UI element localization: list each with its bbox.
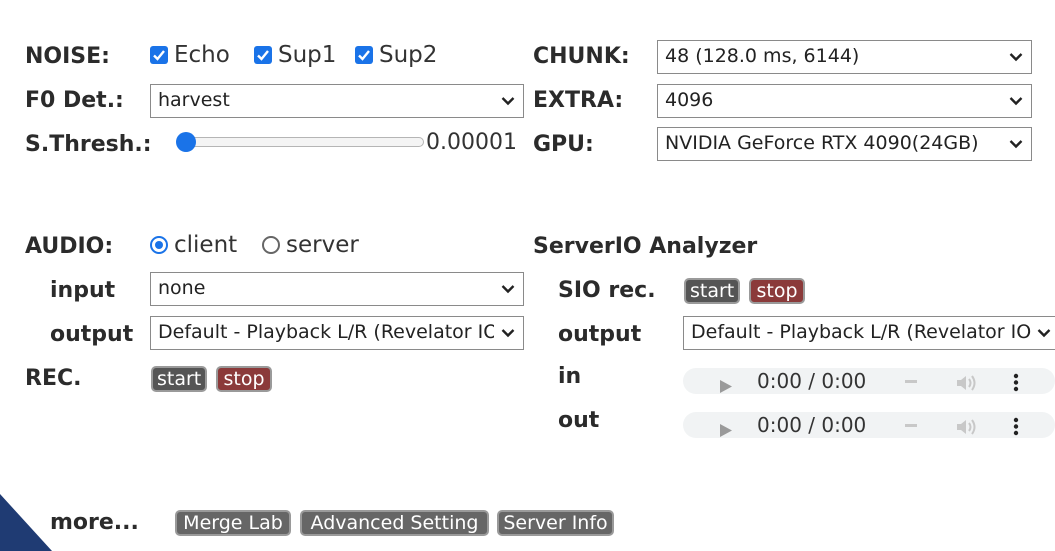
- audio-input-select[interactable]: none: [150, 272, 524, 306]
- chevron-down-icon: [1035, 317, 1053, 348]
- sthresh-label: S.Thresh.:: [25, 132, 152, 157]
- client-label: client: [174, 232, 238, 258]
- in-label: in: [558, 364, 582, 389]
- extra-label: EXTRA:: [533, 88, 624, 113]
- f0-label: F0 Det.:: [25, 88, 124, 113]
- chevron-down-icon: [499, 317, 517, 348]
- audio-output-select[interactable]: Default - Playback L/R (Revelator IO 24): [150, 316, 524, 350]
- server-label: server: [286, 232, 359, 258]
- progress-bar[interactable]: [905, 424, 917, 427]
- sio-output-label: output: [558, 322, 642, 347]
- advanced-setting-button[interactable]: Advanced Setting: [300, 510, 489, 536]
- gpu-value: NVIDIA GeForce RTX 4090(24GB): [665, 132, 979, 154]
- more-options-icon[interactable]: [1013, 416, 1019, 442]
- sio-output-select[interactable]: Default - Playback L/R (Revelator IO 24): [683, 316, 1055, 350]
- sthresh-value: 0.00001: [426, 130, 517, 155]
- sio-output-value: Default - Playback L/R (Revelator IO 24): [691, 321, 1031, 343]
- rec-label: REC.: [25, 366, 82, 391]
- audio-label: AUDIO:: [25, 234, 114, 259]
- rec-start-button[interactable]: start: [151, 366, 207, 392]
- corner-decoration: [0, 494, 52, 551]
- sup1-label: Sup1: [278, 42, 337, 68]
- chevron-down-icon: [499, 85, 517, 116]
- out-audio-player[interactable]: 0:00 / 0:00: [683, 412, 1055, 438]
- checkbox-checked-icon: [355, 46, 373, 64]
- extra-select[interactable]: 4096: [657, 84, 1032, 118]
- out-label: out: [558, 408, 600, 433]
- echo-checkbox[interactable]: Echo: [150, 42, 230, 68]
- checkbox-checked-icon: [254, 46, 272, 64]
- radio-selected-icon: [150, 236, 168, 254]
- extra-value: 4096: [665, 89, 714, 111]
- sup1-checkbox[interactable]: Sup1: [254, 42, 336, 68]
- radio-unselected-icon: [262, 236, 280, 254]
- input-label: input: [50, 278, 116, 303]
- server-info-button[interactable]: Server Info: [497, 510, 614, 536]
- serverio-title: ServerIO Analyzer: [533, 234, 758, 259]
- f0-select[interactable]: harvest: [150, 84, 524, 118]
- sthresh-slider[interactable]: [176, 131, 426, 153]
- client-radio[interactable]: client: [150, 232, 237, 258]
- gpu-select[interactable]: NVIDIA GeForce RTX 4090(24GB): [657, 127, 1032, 161]
- chevron-down-icon: [1007, 85, 1025, 116]
- in-audio-player[interactable]: 0:00 / 0:00: [683, 368, 1055, 394]
- volume-icon[interactable]: [955, 372, 979, 398]
- sup2-checkbox[interactable]: Sup2: [355, 42, 437, 68]
- audio-input-value: none: [158, 277, 206, 299]
- progress-bar[interactable]: [905, 380, 917, 383]
- sio-stop-button[interactable]: stop: [749, 278, 805, 304]
- play-icon[interactable]: [719, 374, 733, 400]
- chunk-label: CHUNK:: [533, 44, 630, 69]
- audio-output-value: Default - Playback L/R (Revelator IO 24): [158, 321, 494, 343]
- chunk-select[interactable]: 48 (128.0 ms, 6144): [657, 40, 1032, 74]
- output-label: output: [50, 322, 134, 347]
- sup2-label: Sup2: [379, 42, 438, 68]
- in-time-display: 0:00 / 0:00: [757, 369, 867, 393]
- checkbox-checked-icon: [150, 46, 168, 64]
- sio-start-button[interactable]: start: [684, 278, 740, 304]
- noise-label: NOISE:: [25, 44, 110, 69]
- chunk-value: 48 (128.0 ms, 6144): [665, 45, 860, 67]
- out-time-display: 0:00 / 0:00: [757, 413, 867, 437]
- f0-value: harvest: [158, 89, 230, 111]
- chevron-down-icon: [1007, 41, 1025, 72]
- volume-icon[interactable]: [955, 416, 979, 442]
- play-icon[interactable]: [719, 418, 733, 444]
- gpu-label: GPU:: [533, 132, 594, 157]
- server-radio[interactable]: server: [262, 232, 359, 258]
- more-label: more...: [50, 510, 139, 535]
- sio-rec-label: SIO rec.: [558, 278, 656, 303]
- chevron-down-icon: [499, 273, 517, 304]
- more-options-icon[interactable]: [1013, 372, 1019, 398]
- merge-lab-button[interactable]: Merge Lab: [175, 510, 291, 536]
- chevron-down-icon: [1007, 128, 1025, 159]
- slider-track: [178, 137, 424, 147]
- echo-label: Echo: [174, 42, 230, 68]
- rec-stop-button[interactable]: stop: [216, 366, 272, 392]
- slider-thumb[interactable]: [176, 132, 196, 152]
